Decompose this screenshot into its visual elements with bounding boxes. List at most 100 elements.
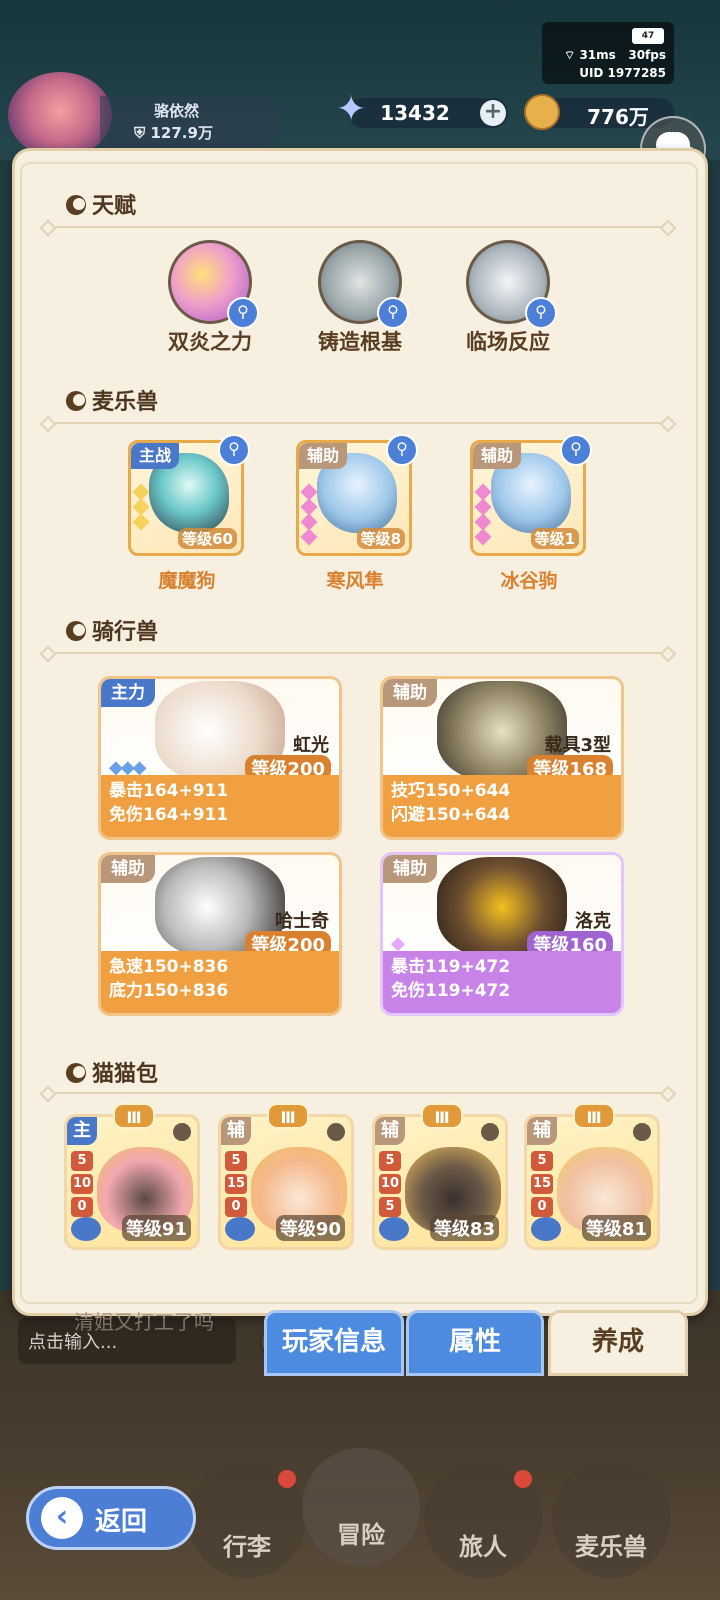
mount-stat: 底力150+836 xyxy=(109,981,229,1001)
ping-text: 31ms xyxy=(579,48,616,62)
divider xyxy=(48,226,668,228)
pet-role-tag: 主战 xyxy=(131,443,180,469)
nav-bag[interactable]: 行李 xyxy=(188,1460,306,1578)
mount-stat: 闪避150+644 xyxy=(391,805,511,825)
cat-level: 等级91 xyxy=(121,1215,191,1241)
pet-role-tag: 辅助 xyxy=(299,443,348,469)
talent-sword-icon[interactable]: ⚲ xyxy=(318,240,409,329)
pet-name: 冰谷驹 xyxy=(500,570,558,592)
section-title-pets: 麦乐兽 xyxy=(66,384,158,416)
mount-role-tag: 辅助 xyxy=(101,855,155,883)
notification-dot xyxy=(514,1470,532,1488)
pet-level: 等级8 xyxy=(356,528,405,549)
talent-label: 临场反应 xyxy=(466,330,550,354)
player-chip[interactable]: 骆依然 ⛨ 127.9万 xyxy=(100,96,280,150)
tab-player-info[interactable]: 玩家信息 xyxy=(264,1310,404,1376)
cat-card[interactable]: 主 Ⅲ 5 10 0 等级91 xyxy=(64,1103,200,1250)
lock-icon[interactable] xyxy=(173,1123,191,1141)
nav-traveler[interactable]: 旅人 xyxy=(424,1460,542,1578)
mount-name: 哈士奇 xyxy=(275,911,329,932)
uid-text: UID 1977285 xyxy=(579,66,666,80)
section-title-mounts: 骑行兽 xyxy=(66,614,158,646)
mount-name: 洛克 xyxy=(575,911,611,932)
back-button[interactable]: ‹ 返回 xyxy=(26,1486,196,1550)
nav-pets[interactable]: 麦乐兽 xyxy=(552,1460,670,1578)
wifi-icon: ⌔ xyxy=(563,48,576,62)
talent-crystal-icon[interactable]: ⚲ xyxy=(466,240,557,329)
player-avatar[interactable] xyxy=(8,72,112,158)
cat-role-tag: 辅 xyxy=(221,1117,251,1145)
mount-stat: 技巧150+644 xyxy=(391,781,511,801)
cat-rank-badge: Ⅲ xyxy=(267,1103,309,1129)
chat-input[interactable]: 点击输入... xyxy=(18,1318,236,1364)
back-arrow-icon: ‹ xyxy=(41,1497,83,1539)
lock-icon[interactable] xyxy=(481,1123,499,1141)
pet-role-tag: 辅助 xyxy=(473,443,522,469)
magnifier-icon[interactable]: ⚲ xyxy=(525,297,557,329)
lock-icon[interactable] xyxy=(327,1123,345,1141)
paw-icon xyxy=(531,1217,561,1241)
moon-icon xyxy=(66,1063,86,1083)
mount-role-tag: 辅助 xyxy=(383,679,437,707)
tab-cultivation[interactable]: 养成 xyxy=(548,1310,688,1376)
mount-stat: 暴击164+911 xyxy=(109,781,229,801)
mount-stat: 免伤119+472 xyxy=(391,981,511,1001)
mount-stat: 暴击119+472 xyxy=(391,957,511,977)
battery-icon: 47 xyxy=(632,28,664,44)
talent-label: 铸造根基 xyxy=(318,330,402,354)
notification-dot xyxy=(278,1470,296,1488)
pet-name: 魔魔狗 xyxy=(158,570,216,592)
mount-name: 载具3型 xyxy=(544,735,611,756)
cat-role-tag: 主 xyxy=(67,1117,97,1145)
mount-card[interactable]: 主力 虹光 ◆◆◆ 等级200 暴击164+911 免伤164+911 xyxy=(98,676,342,840)
cat-level: 等级83 xyxy=(429,1215,499,1241)
coin-icon xyxy=(524,94,560,130)
cat-level: 等级81 xyxy=(581,1215,651,1241)
magnifier-icon[interactable]: ⚲ xyxy=(218,434,250,466)
mount-card[interactable]: 辅助 洛克 ◆ 等级160 暴击119+472 免伤119+472 xyxy=(380,852,624,1016)
pet-level: 等级60 xyxy=(178,528,237,549)
cat-level: 等级90 xyxy=(275,1215,345,1241)
magnifier-icon[interactable]: ⚲ xyxy=(560,434,592,466)
cat-role-tag: 辅 xyxy=(527,1117,557,1145)
mount-stat: 免伤164+911 xyxy=(109,805,229,825)
cat-card[interactable]: 辅 Ⅲ 5 10 5 等级83 xyxy=(372,1103,508,1250)
mount-role-tag: 辅助 xyxy=(383,855,437,883)
cat-rank-badge: Ⅲ xyxy=(421,1103,463,1129)
mount-role-tag: 主力 xyxy=(101,679,155,707)
mount-card[interactable]: 辅助 载具3型 等级168 技巧150+644 闪避150+644 xyxy=(380,676,624,840)
magnifier-icon[interactable]: ⚲ xyxy=(386,434,418,466)
pet-level: 等级1 xyxy=(530,528,579,549)
cat-role-tag: 辅 xyxy=(375,1117,405,1145)
tab-attributes[interactable]: 属性 xyxy=(406,1310,544,1376)
moon-icon xyxy=(66,195,86,215)
moon-icon xyxy=(66,621,86,641)
cat-card[interactable]: 辅 Ⅲ 5 15 0 等级81 xyxy=(524,1103,660,1250)
mount-stat: 急速150+836 xyxy=(109,957,229,977)
lock-icon[interactable] xyxy=(633,1123,651,1141)
talent-label: 双炎之力 xyxy=(168,330,252,354)
fps-text: 30fps xyxy=(628,48,666,62)
paw-icon xyxy=(225,1217,255,1241)
status-overlay: 47 ⌔ 31ms 30fps UID 1977285 xyxy=(542,22,674,84)
paw-icon xyxy=(71,1217,101,1241)
pet-name: 寒风隼 xyxy=(326,570,384,592)
cat-card[interactable]: 辅 Ⅲ 5 15 0 等级90 xyxy=(218,1103,354,1250)
talent-flame-orb-icon[interactable]: ⚲ xyxy=(168,240,259,329)
add-gem-button[interactable]: + xyxy=(480,100,506,126)
divider xyxy=(48,652,668,654)
nav-adventure[interactable]: 冒险 xyxy=(302,1448,420,1566)
magnifier-icon[interactable]: ⚲ xyxy=(377,297,409,329)
mount-card[interactable]: 辅助 哈士奇 等级200 急速150+836 底力150+836 xyxy=(98,852,342,1016)
gem-currency: ✦ 13432 + xyxy=(336,92,508,128)
divider xyxy=(48,422,668,424)
paw-icon xyxy=(379,1217,409,1241)
moon-icon xyxy=(66,391,86,411)
divider xyxy=(48,1092,668,1094)
section-title-talent: 天赋 xyxy=(66,188,136,220)
magnifier-icon[interactable]: ⚲ xyxy=(227,297,259,329)
player-power: 127.9万 xyxy=(150,124,213,142)
player-name: 骆依然 xyxy=(154,102,200,120)
cat-rank-badge: Ⅲ xyxy=(573,1103,615,1129)
shield-icon: ⛨ xyxy=(134,124,146,142)
